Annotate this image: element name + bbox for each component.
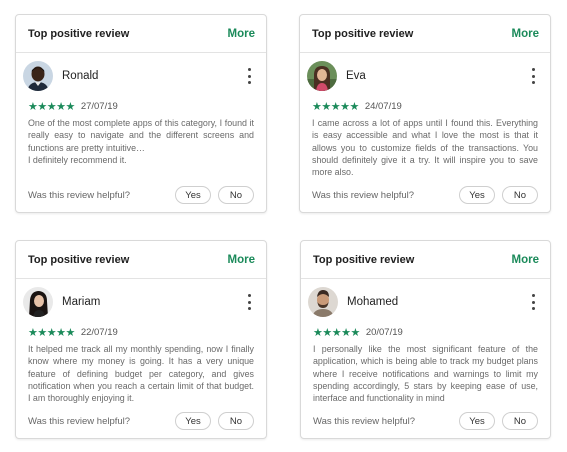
- review-date: 22/07/19: [80, 326, 118, 338]
- helpful-no-button[interactable]: No: [218, 186, 254, 204]
- helpful-row: Was this review helpful? Yes No: [16, 186, 266, 204]
- review-date: 20/07/19: [365, 326, 403, 338]
- helpful-label: Was this review helpful?: [312, 189, 415, 201]
- more-link[interactable]: More: [512, 254, 539, 266]
- card-title: Top positive review: [312, 27, 414, 40]
- more-options-icon[interactable]: [528, 68, 538, 84]
- avatar: [23, 61, 53, 91]
- helpful-label: Was this review helpful?: [28, 415, 131, 427]
- avatar: [23, 287, 53, 317]
- avatar: [308, 287, 338, 317]
- rating-row: ★★★★★ 27/07/19: [16, 99, 266, 113]
- star-rating: ★★★★★: [313, 325, 360, 339]
- reviewer-name: Mariam: [62, 296, 101, 308]
- reviewer-name: Eva: [346, 70, 366, 82]
- helpful-yes-button[interactable]: Yes: [459, 186, 495, 204]
- rating-row: ★★★★★ 24/07/19: [300, 99, 550, 113]
- card-header: Top positive review More: [301, 241, 550, 279]
- reviewer-name: Ronald: [62, 70, 99, 82]
- star-rating: ★★★★★: [312, 99, 359, 113]
- rating-row: ★★★★★ 22/07/19: [16, 325, 266, 339]
- card-title: Top positive review: [28, 27, 130, 40]
- reviewer-row: Ronald: [16, 53, 266, 99]
- review-card: Top positive review More Ronald ★★★★★ 27…: [15, 14, 267, 213]
- helpful-no-button[interactable]: No: [502, 412, 538, 430]
- more-link[interactable]: More: [228, 28, 255, 40]
- card-title: Top positive review: [313, 253, 415, 266]
- helpful-row: Was this review helpful? Yes No: [301, 412, 550, 430]
- card-title: Top positive review: [28, 253, 130, 266]
- reviewer-row: Eva: [300, 53, 550, 99]
- helpful-row: Was this review helpful? Yes No: [16, 412, 266, 430]
- rating-row: ★★★★★ 20/07/19: [301, 325, 550, 339]
- reviewer-name: Mohamed: [347, 296, 399, 308]
- review-date: 24/07/19: [364, 100, 402, 112]
- review-date: 27/07/19: [80, 100, 118, 112]
- avatar: [307, 61, 337, 91]
- helpful-yes-button[interactable]: Yes: [175, 412, 211, 430]
- review-text: I came across a lot of apps until I foun…: [312, 118, 538, 178]
- more-link[interactable]: More: [228, 254, 255, 266]
- card-header: Top positive review More: [300, 15, 550, 53]
- review-card: Top positive review More Mohamed ★★★★★ 2…: [300, 240, 551, 439]
- helpful-label: Was this review helpful?: [28, 189, 131, 201]
- helpful-no-button[interactable]: No: [218, 412, 254, 430]
- card-header: Top positive review More: [16, 15, 266, 53]
- helpful-label: Was this review helpful?: [313, 415, 416, 427]
- more-options-icon[interactable]: [244, 294, 254, 310]
- helpful-row: Was this review helpful? Yes No: [300, 186, 550, 204]
- helpful-yes-button[interactable]: Yes: [175, 186, 211, 204]
- reviewer-row: Mohamed: [301, 279, 550, 325]
- review-text: It helped me track all my monthly spendi…: [28, 344, 254, 404]
- helpful-yes-button[interactable]: Yes: [459, 412, 495, 430]
- review-card: Top positive review More Eva ★★★★★ 24/07…: [299, 14, 551, 213]
- star-rating: ★★★★★: [28, 325, 75, 339]
- helpful-no-button[interactable]: No: [502, 186, 538, 204]
- review-text: I personally like the most significant f…: [313, 344, 538, 404]
- reviewer-row: Mariam: [16, 279, 266, 325]
- star-rating: ★★★★★: [28, 99, 75, 113]
- more-link[interactable]: More: [512, 28, 539, 40]
- review-text: One of the most complete apps of this ca…: [28, 118, 254, 165]
- more-options-icon[interactable]: [244, 68, 254, 84]
- card-header: Top positive review More: [16, 241, 266, 279]
- review-card: Top positive review More Mariam ★★★★★ 22…: [15, 240, 267, 439]
- more-options-icon[interactable]: [528, 294, 538, 310]
